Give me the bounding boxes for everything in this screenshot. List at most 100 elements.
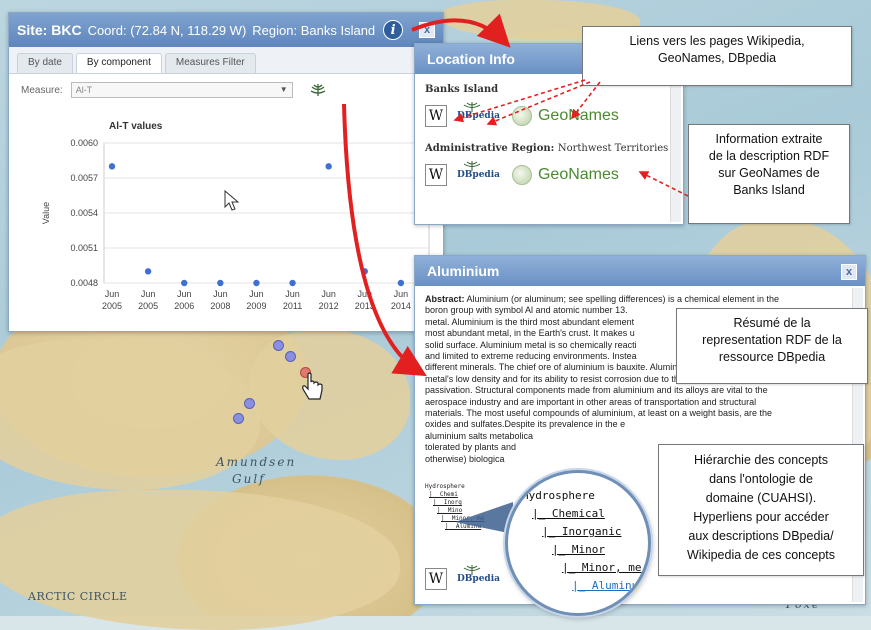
x-tick-label: 2009	[246, 301, 266, 311]
data-point	[181, 279, 188, 287]
data-point	[325, 163, 332, 170]
measure-label: Measure:	[21, 84, 63, 96]
callout-hierarchy-line: Hiérarchie des concepts	[693, 453, 829, 467]
x-tick-label: 2005	[138, 301, 158, 311]
abstract-line: otherwise) biologica	[425, 453, 505, 464]
callout-links-line: Liens vers les pages Wikipedia,	[629, 34, 805, 48]
site-marker[interactable]	[285, 351, 296, 362]
callout-geonames-info: Information extraite de la description R…	[688, 124, 850, 224]
y-tick-label: 0.0051	[70, 243, 98, 253]
x-tick-label: 2013	[355, 301, 375, 311]
location-scrollbar[interactable]	[670, 76, 681, 222]
globe-icon	[511, 165, 532, 185]
land-mass	[0, 490, 400, 630]
admin-region-value: Northwest Territories	[557, 143, 669, 154]
abstract-line: aerospace industry and are important in …	[425, 396, 757, 407]
x-tick-label: Jun	[358, 289, 373, 299]
y-tick-label: 0.0054	[70, 208, 98, 218]
y-tick-label: 0.0060	[70, 138, 98, 148]
dbpedia-small-icon[interactable]	[309, 83, 327, 97]
dbpedia-text: DBpedia	[457, 111, 500, 121]
banks-island-links: W DBpedia GeoNames	[415, 99, 683, 133]
callout-links-line: GeoNames, DBpedia	[657, 51, 777, 65]
callout-summary-line: Résumé de la	[733, 316, 811, 330]
hand-cursor-icon	[302, 372, 323, 400]
callout-links: Liens vers les pages Wikipedia, GeoNames…	[582, 26, 852, 86]
x-tick-label: 2006	[174, 301, 194, 311]
tab-by-component[interactable]: By component	[75, 53, 162, 73]
site-titlebar: Site: BKC Coord: (72.84 N, 118.29 W) Reg…	[9, 13, 443, 47]
abstract-label: Abstract:	[425, 294, 465, 304]
callout-hierarchy-line: Hyperliens pour accéder	[693, 510, 829, 524]
dbpedia-logo-mark-icon	[463, 565, 481, 575]
x-tick-label: 2008	[210, 301, 230, 311]
map-label-gulf: Gulf	[232, 472, 266, 486]
section-admin-region: Administrative Region: Northwest Territo…	[415, 133, 683, 158]
measure-select[interactable]: Al-T ▼	[70, 82, 293, 98]
site-coord: Coord: (72.84 N, 118.29 W)	[87, 22, 247, 38]
hierarchy-zoom-item[interactable]: |_ Minor	[552, 543, 605, 556]
aluminium-links: W DBpedia	[415, 562, 510, 596]
callout-summary-line: representation RDF de la	[702, 333, 842, 347]
callout-hierarchy-line: dans l'ontologie de	[709, 472, 813, 486]
admin-region-links: W DBpedia GeoNames	[415, 158, 683, 192]
x-tick-label: Jun	[321, 289, 336, 299]
y-axis-label: Value	[41, 202, 51, 224]
x-tick-label: Jun	[177, 289, 192, 299]
hierarchy-zoom-item[interactable]: |_ Minor, me	[562, 561, 641, 574]
abstract-line: boron group with symbol Al and atomic nu…	[425, 305, 628, 316]
callout-hierarchy-line: domaine (CUAHSI).	[705, 491, 817, 505]
hierarchy-zoom-item[interactable]: |_ Inorganic	[542, 525, 621, 538]
x-tick-label: Jun	[141, 289, 156, 299]
abstract-line: Aluminium (or aluminum; see spelling dif…	[466, 294, 780, 304]
x-tick-label: Jun	[285, 289, 300, 299]
geonames-link[interactable]: GeoNames	[511, 106, 619, 126]
wikipedia-icon[interactable]: W	[425, 568, 447, 590]
wikipedia-icon[interactable]: W	[425, 105, 447, 127]
hierarchy-zoom-item: Hydrosphere	[522, 489, 595, 502]
y-tick-label: 0.0048	[70, 278, 98, 288]
site-marker[interactable]	[273, 340, 284, 351]
map-label-arctic-circle: ARCTIC CIRCLE	[28, 590, 128, 603]
tab-measures-filter[interactable]: Measures Filter	[164, 53, 256, 73]
x-tick-label: 2011	[283, 301, 302, 311]
data-point	[253, 279, 260, 287]
data-point	[361, 268, 368, 275]
close-icon[interactable]: x	[419, 22, 435, 38]
close-icon[interactable]: x	[841, 264, 857, 280]
dbpedia-logo-mark-icon	[463, 102, 481, 112]
measure-row: Measure: Al-T ▼	[9, 74, 443, 106]
site-marker[interactable]	[233, 413, 244, 424]
callout-summary-line: ressource DBpedia	[718, 350, 826, 364]
x-tick-label: Jun	[213, 289, 228, 299]
data-point	[289, 279, 296, 287]
aluminium-title-text: Aluminium	[427, 263, 500, 279]
dbpedia-logo-mark-icon	[463, 161, 481, 171]
globe-icon	[511, 106, 532, 126]
chevron-down-icon: ▼	[279, 85, 288, 94]
x-tick-label: Jun	[249, 289, 264, 299]
hierarchy-zoom-item[interactable]: |_ Aluminum	[572, 579, 645, 592]
info-icon[interactable]: i	[383, 20, 404, 40]
hierarchy-zoom-item[interactable]: |_ Chemical	[532, 507, 605, 520]
dbpedia-icon[interactable]: DBpedia	[457, 102, 500, 121]
wikipedia-icon[interactable]: W	[425, 164, 447, 186]
site-region: Region: Banks Island	[252, 22, 376, 38]
site-marker[interactable]	[244, 398, 255, 409]
abstract-line: oxides and sulfates.Despite its prevalen…	[425, 419, 626, 430]
callout-geonames-line: Banks Island	[733, 183, 805, 197]
al-t-chart: Al-T values 0.0060 0.0057 0.0054 0.0051 0.004…	[41, 121, 430, 311]
dbpedia-icon[interactable]: DBpedia	[457, 565, 500, 584]
admin-region-label: Administrative Region:	[425, 143, 555, 154]
geonames-link[interactable]: GeoNames	[511, 165, 619, 185]
data-point	[397, 279, 405, 287]
x-tick-label: Jun	[105, 289, 120, 299]
dbpedia-icon[interactable]: DBpedia	[457, 161, 500, 180]
x-tick-label: 2012	[319, 301, 339, 311]
dbpedia-text: DBpedia	[457, 170, 500, 180]
site-name: Site: BKC	[17, 22, 82, 38]
tab-by-date[interactable]: By date	[17, 53, 73, 73]
data-point	[144, 268, 152, 275]
abstract-line: materials. The most useful compounds of …	[425, 408, 773, 419]
data-point	[108, 163, 116, 170]
